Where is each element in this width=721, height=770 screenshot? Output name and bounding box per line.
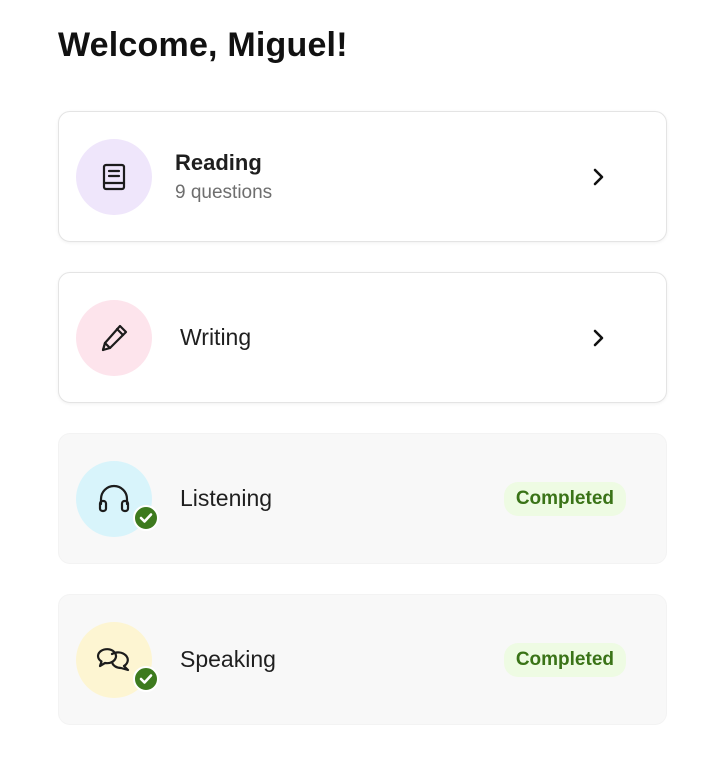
reading-icon-circle: [76, 138, 152, 215]
chevron-right-icon[interactable]: [588, 167, 608, 187]
speaking-text: Speaking: [180, 646, 276, 673]
speaking-icon-circle: [76, 621, 159, 698]
page-title: Welcome, Miguel!: [58, 26, 348, 64]
headphones-icon: [98, 484, 130, 512]
status-badge: Completed: [503, 642, 626, 677]
writing-text: Writing: [180, 324, 251, 351]
chevron-right-icon[interactable]: [588, 328, 608, 348]
section-title: Reading: [175, 149, 262, 175]
pencil-icon: [101, 324, 128, 351]
section-title: Listening: [180, 485, 273, 511]
reading-text: Reading 9 questions: [175, 150, 272, 204]
speech-bubbles-icon: [96, 647, 130, 671]
completed-check-icon: [133, 504, 159, 531]
writing-icon-circle: [76, 299, 152, 376]
section-card-writing[interactable]: Writing: [58, 272, 667, 403]
status-badge: Completed: [503, 481, 626, 516]
listening-text: Listening: [180, 485, 272, 512]
section-title: Writing: [180, 324, 252, 350]
listening-icon-circle: [76, 460, 159, 537]
section-title: Speaking: [180, 646, 276, 672]
section-card-listening: Listening Completed: [58, 433, 667, 564]
section-subtitle: 9 questions: [175, 181, 273, 203]
book-icon: [102, 163, 126, 190]
section-card-reading[interactable]: Reading 9 questions: [58, 111, 667, 242]
completed-check-icon: [133, 665, 159, 692]
section-card-speaking: Speaking Completed: [58, 594, 667, 725]
dashboard-page: Welcome, Miguel! Reading 9 questions Wri…: [0, 0, 721, 770]
